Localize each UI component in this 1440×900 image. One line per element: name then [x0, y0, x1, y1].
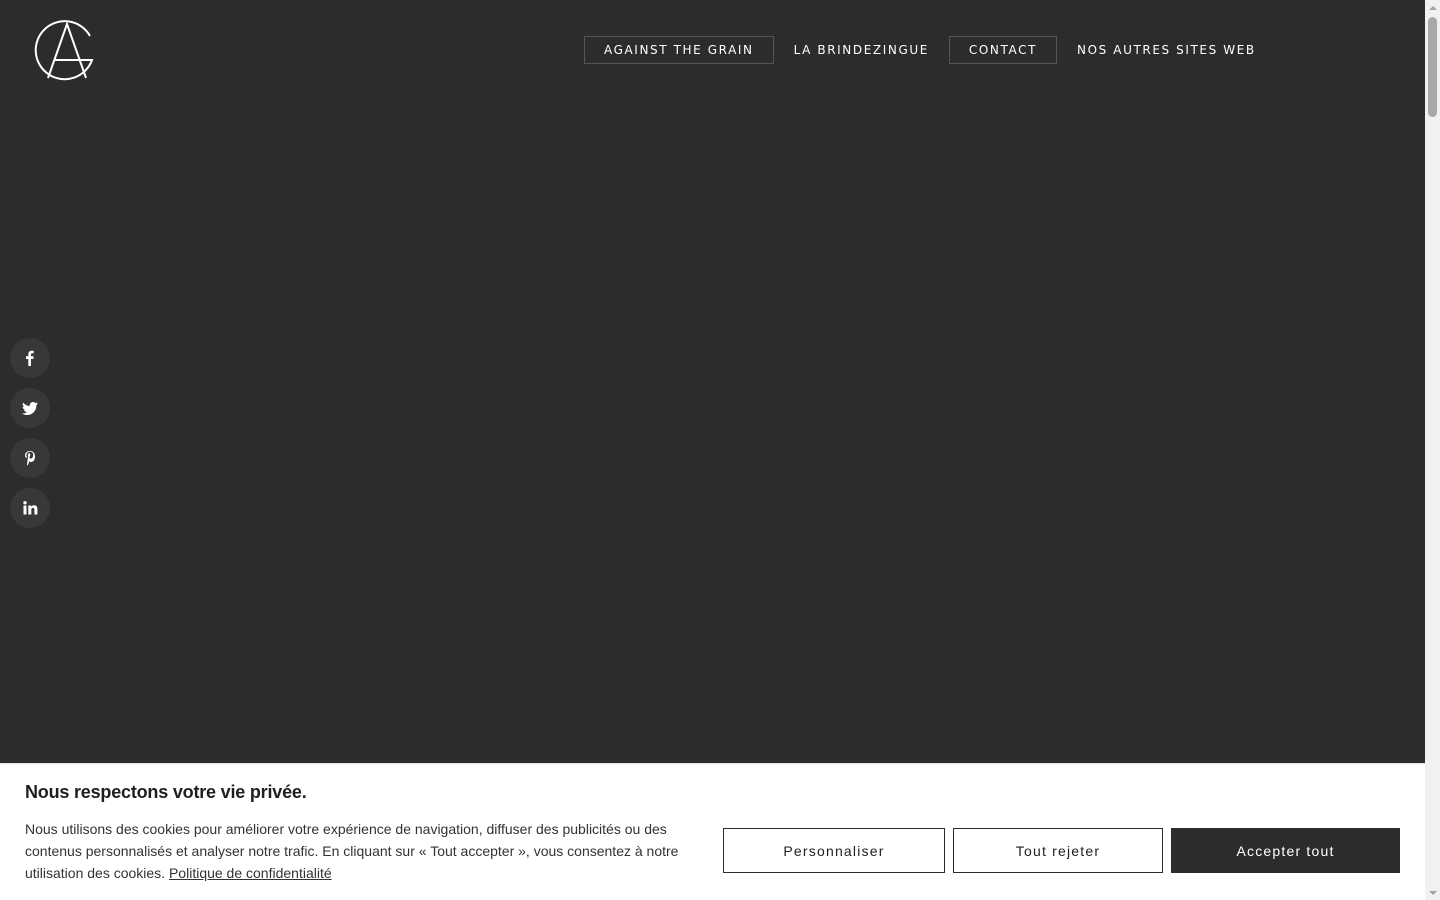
scroll-up-arrow-icon[interactable] — [1425, 0, 1440, 15]
nav-item-nos-autres-sites-web[interactable]: NOS AUTRES SITES WEB — [1057, 36, 1276, 64]
cookie-banner-description: Nous utilisons des cookies pour améliore… — [25, 821, 679, 881]
privacy-policy-link[interactable]: Politique de confidentialité — [169, 865, 332, 881]
pinterest-share-button[interactable] — [10, 438, 50, 478]
nav-item-against-the-grain[interactable]: AGAINST THE GRAIN — [584, 36, 774, 64]
vertical-scrollbar[interactable] — [1425, 0, 1440, 900]
linkedin-share-button[interactable] — [10, 488, 50, 528]
page: AGAINST THE GRAIN LA BRINDEZINGUE CONTAC… — [0, 0, 1440, 900]
customize-cookies-button[interactable]: Personnaliser — [723, 828, 945, 873]
scroll-down-arrow-icon[interactable] — [1425, 885, 1440, 900]
pinterest-icon — [25, 451, 35, 466]
linkedin-icon — [23, 501, 38, 515]
twitter-share-button[interactable] — [10, 388, 50, 428]
main-navigation: AGAINST THE GRAIN LA BRINDEZINGUE CONTAC… — [584, 36, 1276, 64]
nav-item-la-brindezingue[interactable]: LA BRINDEZINGUE — [774, 36, 949, 64]
nav-item-contact[interactable]: CONTACT — [948, 36, 1058, 64]
cookie-banner-title: Nous respectons votre vie privée. — [25, 782, 307, 802]
facebook-share-button[interactable] — [10, 338, 50, 378]
nav-item-label: LA BRINDEZINGUE — [793, 43, 929, 57]
nav-item-label: AGAINST THE GRAIN — [604, 43, 754, 57]
reject-all-cookies-button[interactable]: Tout rejeter — [953, 828, 1163, 873]
nav-item-label: CONTACT — [968, 43, 1038, 57]
cookie-banner-text: Nous utilisons des cookies pour améliore… — [25, 818, 715, 884]
social-share-bar — [10, 338, 50, 528]
nav-item-label: NOS AUTRES SITES WEB — [1077, 43, 1256, 57]
twitter-icon — [22, 402, 38, 415]
accept-all-cookies-button[interactable]: Accepter tout — [1171, 828, 1400, 873]
scrollbar-thumb[interactable] — [1428, 17, 1437, 117]
ag-monogram-logo[interactable] — [34, 18, 98, 82]
logo-icon — [34, 20, 94, 81]
cookie-consent-banner: Nous respectons votre vie privée. Nous u… — [0, 763, 1425, 900]
facebook-icon — [26, 350, 34, 366]
